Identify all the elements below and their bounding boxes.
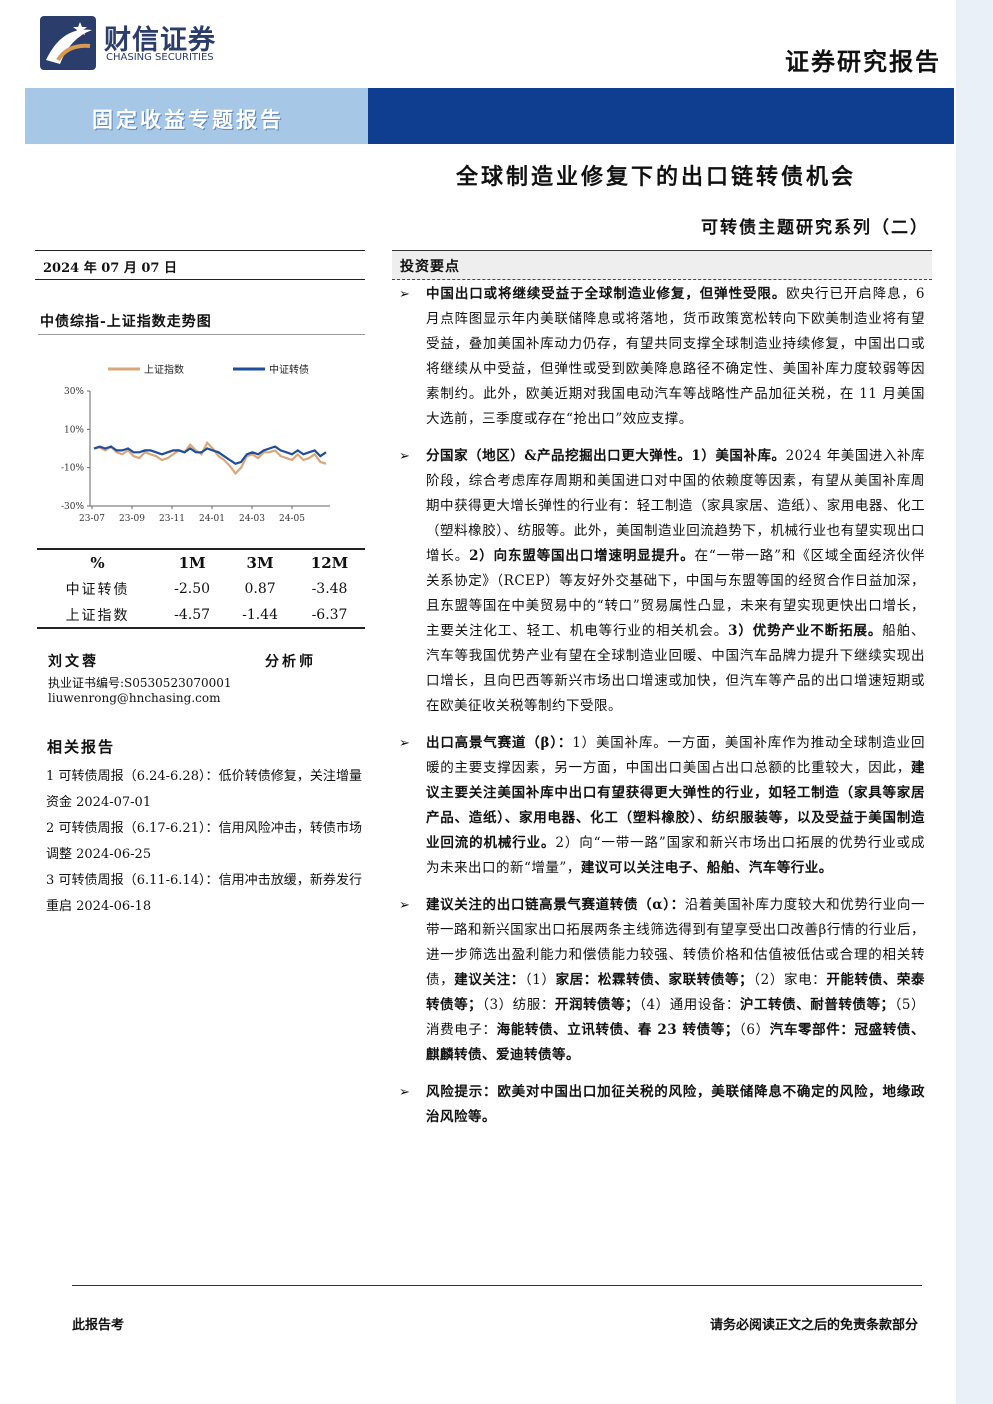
key-point-emphasis: 2）向东盟等国出口增速明显提升。 [469, 548, 695, 564]
page-side-strip [956, 0, 993, 1404]
series-line-csi-convertible [93, 445, 327, 466]
logo-en-text: CHASING SECURITIES [106, 52, 214, 63]
author-role: 分析师 [265, 654, 316, 670]
table-cell: 0.87 [244, 581, 276, 597]
key-point-emphasis: 出口高景气赛道（β）： [426, 735, 573, 751]
bullet-arrow-icon: ➢ [399, 1085, 411, 1100]
key-point-text: （4）通用设备： [639, 997, 740, 1013]
related-reports-title: 相关报告 [47, 738, 116, 756]
key-point-emphasis: 风险提示：欧美对中国出口加征关税的风险，美联储降息不确定的风险，地缘政治风险等。 [426, 1084, 925, 1125]
logo-mark-icon [40, 16, 96, 70]
key-point-text: （1） [524, 972, 556, 988]
key-point-text: 欧央行已开启降息，6 月点阵图显示年内美联储降息或将落地，货币政策宽松转向下欧美… [426, 286, 926, 427]
table-cell: 上证指数 [65, 607, 130, 624]
series-line-sse [93, 440, 327, 476]
author-name: 刘文蓉 [48, 654, 99, 670]
x-tick-label: 24-01 [199, 514, 225, 524]
key-point-item: ➢ 风险提示：欧美对中国出口加征关税的风险，美联储降息不确定的风险，地缘政治风险等… [397, 1080, 925, 1130]
table-cell: -6.37 [311, 606, 348, 623]
related-reports-list: 1 可转债周报（6.24-6.28）：低价转债修复，关注增量资金 2024-07… [46, 764, 362, 920]
key-point-emphasis: 家居：松霖转债、家联转债等； [555, 972, 754, 988]
chart-title: 中债综指-上证指数走势图 [40, 314, 212, 330]
table-cell: -2.50 [174, 581, 211, 597]
y-tick-label: -30% [61, 502, 84, 512]
legend-label: 上证指数 [144, 363, 184, 376]
y-tick-label: -10% [61, 464, 84, 474]
author-license: 执业证书编号:S0530523070001 [48, 676, 232, 690]
table-header-row: % 1M 3M 12M [37, 549, 365, 576]
table-header-cell: 1M [178, 554, 206, 572]
key-point-emphasis: 中国出口或将继续受益于全球制造业修复，但弹性受限。 [426, 286, 787, 302]
key-point-item: ➢ 分国家（地区）&产品挖掘出口更大弹性。1）美国补库。2024 年美国进入补库阶… [397, 444, 925, 719]
key-points-header: 投资要点 [392, 250, 932, 280]
table-row: 上证指数 -4.57 -1.44 -6.37 [37, 602, 365, 628]
table-cell: 中证转债 [65, 582, 130, 598]
date-bar: 2024 年 07 月 07 日 [35, 250, 365, 280]
key-point-item: ➢ 中国出口或将继续受益于全球制造业修复，但弹性受限。欧央行已开启降息，6 月点阵… [397, 282, 925, 432]
key-point-emphasis: 海能转债、立讯转债、春 23 转债等； [496, 1022, 739, 1038]
related-report-item[interactable]: 1 可转债周报（6.24-6.28）：低价转债修复，关注增量资金 2024-07… [46, 764, 362, 816]
key-points-list: ➢ 中国出口或将继续受益于全球制造业修复，但弹性受限。欧央行已开启降息，6 月点阵… [397, 282, 925, 1142]
x-tick-label: 24-03 [239, 514, 265, 524]
footer-divider [72, 1285, 922, 1286]
report-type: 证券研究报告 [785, 47, 941, 76]
trend-chart-svg: 30% 10% -10% -30% 23-07 23-09 23-11 24-01 24-03 2… [61, 363, 330, 524]
table-cell: -4.57 [174, 606, 211, 623]
footer-left-text: 此报告考 [72, 1318, 125, 1333]
performance-table: % 1M 3M 12M 中证转债 -2.50 0.87 -3.48 上证指数 -… [37, 548, 365, 629]
table-header-cell: 3M [246, 554, 274, 572]
legend-label: 中证转债 [269, 363, 309, 376]
key-point-emphasis: 建议关注： [454, 972, 525, 988]
key-point-text: 2024 年美国进入补库阶段，综合考虑库存周期和美国进口对中国的依赖度等因素，有… [426, 448, 925, 564]
x-tick-label: 23-11 [159, 514, 185, 524]
key-point-emphasis: 开润转债等； [554, 997, 640, 1013]
key-point-text: （3）纺服： [482, 997, 555, 1013]
table-header-cell: 12M [310, 554, 349, 572]
bullet-arrow-icon: ➢ [399, 736, 411, 751]
x-tick-label: 23-07 [79, 514, 105, 524]
key-points-title: 投资要点 [400, 259, 460, 275]
bullet-arrow-icon: ➢ [399, 898, 411, 913]
related-report-item[interactable]: 2 可转债周报（6.17-6.21）：信用风险冲击，转债市场调整 2024-06… [46, 816, 362, 868]
company-logo: 财信证券 CHASING SECURITIES [40, 16, 240, 72]
report-date: 2024 年 07 月 07 日 [43, 261, 177, 276]
author-email[interactable]: liuwenrong@hnchasing.com [48, 691, 220, 705]
key-point-emphasis: 建议可以关注电子、船舶、汽车等行业。 [580, 860, 833, 876]
key-point-emphasis: 3）优势产业不断拓展。 [728, 623, 883, 639]
bullet-arrow-icon: ➢ [399, 287, 411, 302]
trend-chart: 30% 10% -10% -30% 23-07 23-09 23-11 24-01 24-03 2… [38, 334, 365, 530]
x-tick-label: 23-09 [119, 514, 145, 524]
bullet-arrow-icon: ➢ [399, 449, 411, 464]
table-header-cell: % [90, 554, 105, 572]
table-cell: -1.44 [242, 606, 278, 623]
key-point-emphasis: 建议关注的出口链高景气赛道转债（α）： [426, 897, 685, 913]
key-point-item: ➢ 出口高景气赛道（β）：1）美国补库。一方面，美国补库作为推动全球制造业回暖的主… [397, 731, 925, 881]
report-series: 可转债主题研究系列（二） [701, 218, 929, 238]
key-point-text: （2）家电： [753, 972, 827, 988]
footer-disclaimer: 请务必阅读正文之后的免责条款部分 [709, 1318, 918, 1333]
key-point-emphasis: 沪工转债、耐普转债等； [740, 997, 895, 1013]
report-category-banner: 固定收益专题报告 [92, 107, 284, 132]
x-tick-label: 24-05 [279, 514, 305, 524]
table-row: 中证转债 -2.50 0.87 -3.48 [37, 576, 365, 602]
related-report-item[interactable]: 3 可转债周报（6.11-6.14）：信用冲击放缓，新券发行重启 2024-06… [46, 868, 362, 920]
key-point-emphasis: 分国家（地区）&产品挖掘出口更大弹性。1）美国补库。 [426, 448, 786, 464]
key-point-text: （6） [738, 1022, 770, 1038]
key-point-item: ➢ 建议关注的出口链高景气赛道转债（α）：沿着美国补库力度较大和优势行业向一带一路… [397, 893, 925, 1068]
report-title: 全球制造业修复下的出口链转债机会 [456, 164, 857, 190]
banner-dark-block [368, 88, 954, 144]
table-cell: -3.48 [311, 581, 348, 597]
y-tick-label: 30% [64, 387, 84, 397]
y-tick-label: 10% [64, 425, 84, 435]
